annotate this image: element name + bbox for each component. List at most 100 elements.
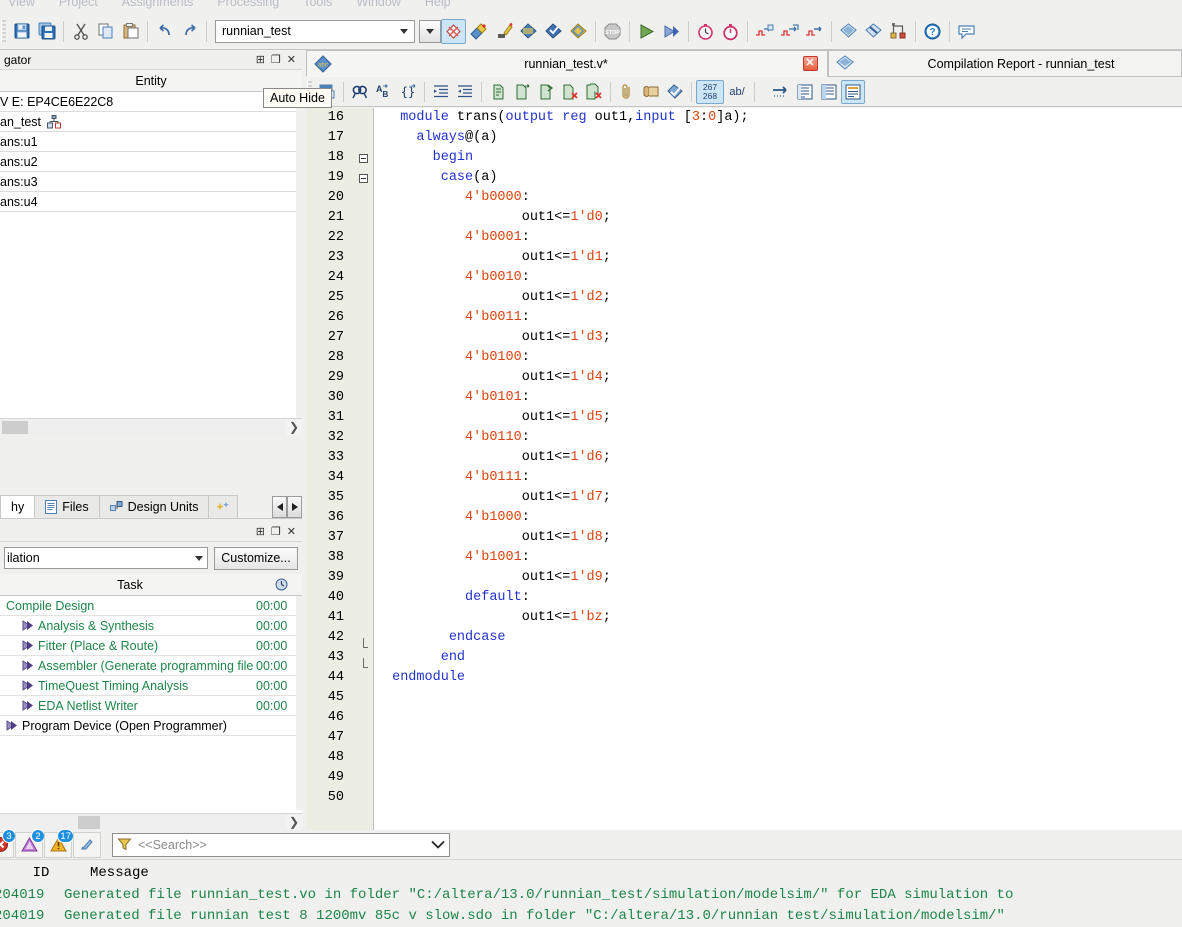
script-icon[interactable] (639, 80, 663, 104)
navigator-row[interactable]: ans:u1 (0, 132, 296, 152)
task-row[interactable]: TimeQuest Timing Analysis 00:00 (0, 676, 296, 696)
line-numbers-icon[interactable]: 267 268 (696, 79, 724, 104)
analysis-synthesis-icon[interactable] (466, 19, 491, 44)
copy-icon[interactable] (93, 19, 118, 44)
chevron-down-icon[interactable] (190, 549, 207, 568)
toolbar-grip[interactable] (1, 20, 6, 42)
code-line[interactable]: 22 4'b0001: (306, 228, 1182, 248)
tasks-hscroll-right-arrow[interactable]: ❯ (286, 814, 302, 830)
task-row[interactable]: Program Device (Open Programmer) (0, 716, 296, 736)
tasks-vertical-scrollbar[interactable] (296, 596, 302, 810)
code-line[interactable]: 32 4'b0110: (306, 428, 1182, 448)
help-icon[interactable]: ? (920, 19, 945, 44)
code-line[interactable]: 33 out1<=1'd6; (306, 448, 1182, 468)
message-icon[interactable] (954, 19, 979, 44)
bookmark-icon[interactable] (534, 80, 558, 104)
code-line[interactable]: 16 module trans(output reg out1,input [3… (306, 108, 1182, 128)
pin-icon[interactable]: ⊞ (256, 53, 265, 66)
increase-indent-icon[interactable] (429, 80, 453, 104)
navigator-vertical-scrollbar[interactable] (296, 92, 302, 430)
prev-tab-icon[interactable] (272, 496, 287, 518)
flow-icon[interactable] (769, 80, 793, 104)
close-icon[interactable]: ✕ (287, 525, 296, 538)
menu-item-tools[interactable]: Tools (303, 0, 332, 9)
code-line[interactable]: 26 4'b0011: (306, 308, 1182, 328)
message-search-box[interactable]: <<Search>> (112, 832, 450, 857)
customize-button[interactable]: Customize... (214, 546, 298, 570)
run-arrow-icon[interactable] (22, 700, 34, 711)
code-line[interactable]: 31 out1<=1'd5; (306, 408, 1182, 428)
doc-tab-compilation-report[interactable]: Compilation Report - runnian_test (828, 50, 1182, 77)
navigator-hscroll-right-arrow[interactable]: ❯ (286, 419, 302, 435)
expand-all-icon[interactable] (817, 80, 841, 104)
run-arrow-icon[interactable] (22, 680, 34, 691)
timing-analyzer-alt-icon[interactable] (718, 19, 743, 44)
undo-icon[interactable] (152, 19, 177, 44)
message-row[interactable]: 204019 Generated file runnian test 8 1200… (0, 905, 1182, 926)
code-line[interactable]: 46 (306, 708, 1182, 728)
chevron-down-icon[interactable] (427, 835, 449, 854)
code-line[interactable]: 29 out1<=1'd4; (306, 368, 1182, 388)
task-row[interactable]: Fitter (Place & Route) 00:00 (0, 636, 296, 656)
error-filter-button[interactable]: 3 (0, 828, 16, 858)
task-row[interactable]: Analysis & Synthesis 00:00 (0, 616, 296, 636)
technology-map-icon[interactable] (802, 19, 827, 44)
save-all-icon[interactable] (34, 19, 59, 44)
attach-icon[interactable] (615, 80, 639, 104)
clear-all-bookmarks-icon[interactable] (582, 80, 606, 104)
code-line[interactable]: 18 begin (306, 148, 1182, 168)
tasks-list[interactable]: Compile Design 00:00 Analysis & Synthesis 0… (0, 596, 296, 736)
code-line[interactable]: 39 out1<=1'd9; (306, 568, 1182, 588)
code-line[interactable]: 27 out1<=1'd3; (306, 328, 1182, 348)
code-line[interactable]: 44 endmodule (306, 668, 1182, 688)
code-line[interactable]: 17 always@(a) (306, 128, 1182, 148)
code-line[interactable]: 20 4'b0000: (306, 188, 1182, 208)
navigator-row[interactable]: an_test (0, 112, 296, 132)
navigator-row[interactable]: ans:u2 (0, 152, 296, 172)
tasks-horizontal-scrollbar[interactable]: ❯ (0, 813, 302, 830)
assembler-icon[interactable] (541, 19, 566, 44)
save-icon[interactable] (9, 19, 34, 44)
chevron-down-icon[interactable] (395, 22, 412, 41)
goto-icon[interactable]: {} (396, 80, 420, 104)
code-line[interactable]: 21 out1<=1'd0; (306, 208, 1182, 228)
analysis-elaboration-icon[interactable] (491, 19, 516, 44)
fitter-icon[interactable] (516, 19, 541, 44)
start-compilation-icon[interactable] (441, 18, 466, 44)
navigator-horizontal-scrollbar[interactable]: ❯ (0, 418, 302, 435)
collapse-all-icon[interactable] (793, 80, 817, 104)
menu-item-assignments[interactable]: Assignments (122, 0, 194, 9)
find-icon[interactable] (348, 80, 372, 104)
netlist-viewer-icon[interactable] (777, 19, 802, 44)
cut-icon[interactable] (68, 19, 93, 44)
code-line[interactable]: 36 4'b1000: (306, 508, 1182, 528)
code-line[interactable]: 50 (306, 788, 1182, 808)
pin-planner-icon[interactable] (886, 19, 911, 44)
code-line[interactable]: 35 out1<=1'd7; (306, 488, 1182, 508)
decrease-indent-icon[interactable] (453, 80, 477, 104)
menu-item-view[interactable]: View (8, 0, 35, 9)
device-programmer-icon[interactable] (861, 19, 886, 44)
code-line[interactable]: 34 4'b0111: (306, 468, 1182, 488)
message-row[interactable]: 204019 Generated file runnian_test.vo in … (0, 884, 1182, 905)
code-line[interactable]: 28 4'b0100: (306, 348, 1182, 368)
messages-list[interactable]: 204019 Generated file runnian_test.vo in … (0, 884, 1182, 926)
code-line[interactable]: 37 out1<=1'd8; (306, 528, 1182, 548)
menu-item-processing[interactable]: Processing (217, 0, 279, 9)
navigator-row[interactable]: V E: EP4CE6E22C8 (0, 92, 296, 112)
stop-icon[interactable]: STOP (600, 19, 625, 44)
tasks-hscroll-thumb[interactable] (78, 815, 100, 829)
run-arrow-icon[interactable] (22, 640, 34, 651)
doc-tab-runnian-test-v[interactable]: abc runnian_test.v* ✕ (306, 50, 828, 77)
tab-ip-components[interactable] (208, 495, 239, 518)
tasks-hscroll-track[interactable] (0, 814, 286, 830)
navigator-entity-list[interactable]: V E: EP4CE6E22C8 an_test ans:u1 ans:u2 ans:u… (0, 92, 296, 212)
close-icon[interactable]: ✕ (793, 56, 827, 71)
paste-icon[interactable] (118, 19, 143, 44)
warning-filter-button[interactable]: 17 (44, 828, 74, 858)
abbreviation-icon[interactable]: ab/ (724, 80, 750, 104)
timequest-icon[interactable] (566, 19, 591, 44)
code-line[interactable]: 47 (306, 728, 1182, 748)
menu-item-project[interactable]: Project (59, 0, 98, 9)
navigator-hscroll-track[interactable] (0, 419, 286, 435)
